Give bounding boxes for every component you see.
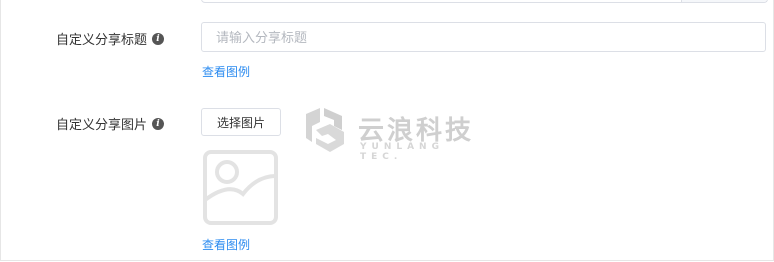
image-placeholder-icon[interactable] bbox=[203, 150, 278, 225]
share-image-label: 自定义分享图片 i bbox=[56, 114, 164, 133]
share-title-label: 自定义分享标题 i bbox=[56, 29, 164, 48]
info-icon[interactable]: i bbox=[152, 32, 164, 45]
share-title-label-text: 自定义分享标题 bbox=[55, 32, 147, 47]
share-title-view-example-link[interactable]: 查看图例 bbox=[202, 63, 250, 80]
choose-image-button[interactable]: 选择图片 bbox=[201, 108, 281, 136]
previous-field-addon[interactable] bbox=[681, 0, 767, 2]
share-title-input[interactable] bbox=[201, 22, 766, 52]
share-image-view-example-link[interactable]: 查看图例 bbox=[202, 236, 250, 253]
info-icon[interactable]: i bbox=[152, 117, 164, 130]
share-image-label-text: 自定义分享图片 bbox=[55, 117, 147, 132]
